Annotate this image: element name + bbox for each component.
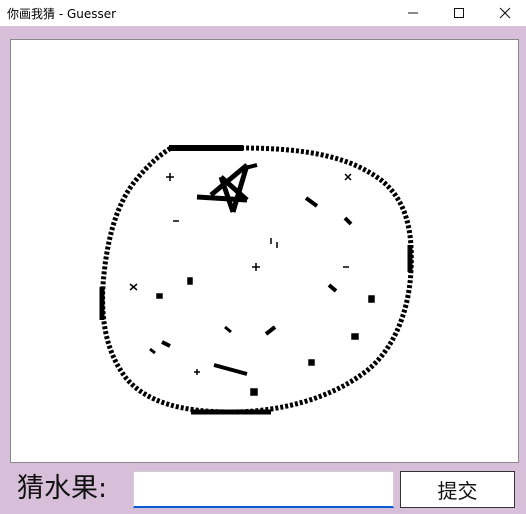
- title-bar: 你画我猜 - Guesser: [0, 0, 526, 26]
- fruit-outline: [100, 145, 414, 415]
- window-title: 你画我猜 - Guesser: [7, 7, 117, 21]
- sketch: [99, 145, 414, 415]
- guess-prompt-label: 猜水果:: [17, 473, 108, 504]
- maximize-icon: [454, 8, 464, 18]
- seed-marks: [129, 173, 375, 396]
- maximize-button[interactable]: [436, 0, 482, 26]
- minimize-icon: [408, 12, 418, 14]
- close-icon: [499, 7, 511, 19]
- stem-star: [196, 163, 250, 213]
- minimize-button[interactable]: [390, 0, 436, 26]
- guess-input[interactable]: [133, 471, 394, 508]
- submit-button[interactable]: 提交: [400, 471, 515, 508]
- drawing-canvas[interactable]: [10, 39, 519, 463]
- close-button[interactable]: [482, 0, 526, 26]
